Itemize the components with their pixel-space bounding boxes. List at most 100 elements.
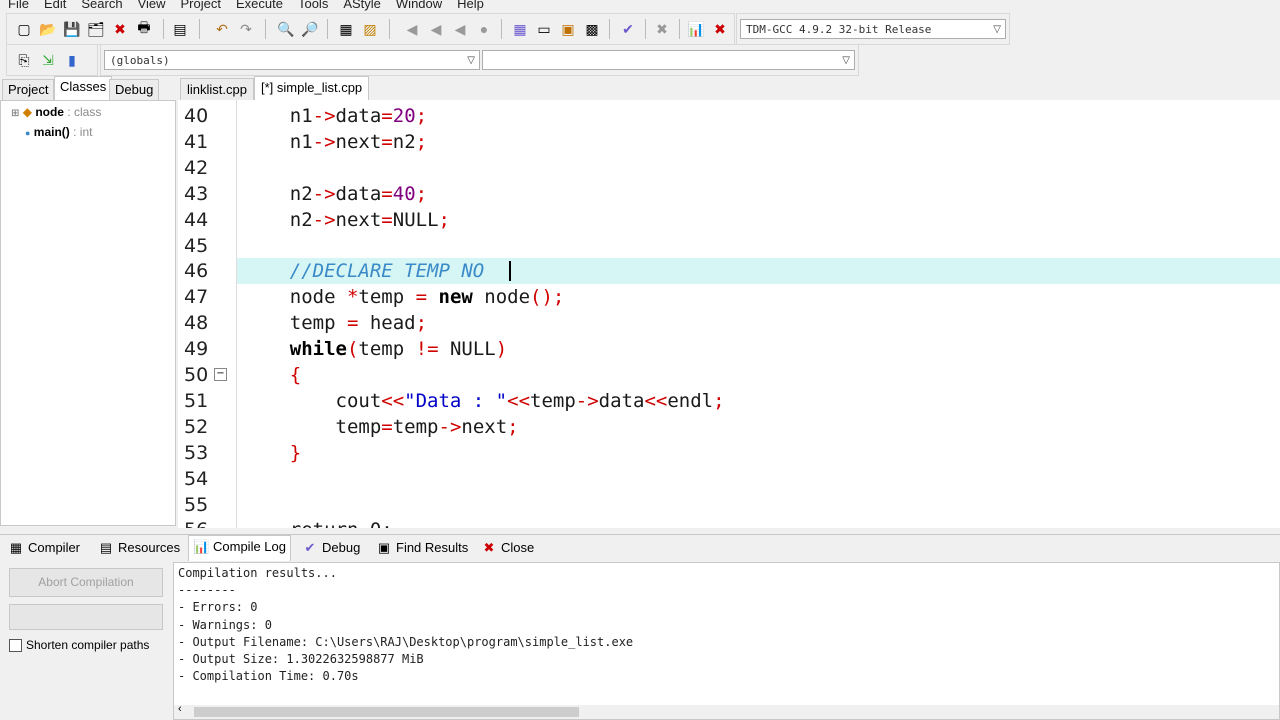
log-line: - Output Size: 1.3022632598877 MiB [178,652,424,666]
menu-item-help[interactable]: Help [457,0,484,11]
menu-item-project[interactable]: Project [181,0,221,11]
open-file-icon[interactable]: 📂 [39,20,57,38]
toggle-comment-icon[interactable]: ● [475,20,493,38]
indent-left-icon[interactable]: ◀ [403,20,421,38]
line-number: 45 [184,234,209,257]
profile-icon[interactable]: 📊 [687,20,705,38]
line-number: 46 [184,260,209,283]
close-file-icon[interactable]: ✖ [111,20,129,38]
tab-label: Resources [118,540,181,555]
save-icon[interactable]: 💾 [63,20,81,38]
indent-right-icon[interactable]: ◀ [427,20,445,38]
code-line[interactable]: 47 node *temp = new node(); [178,284,1280,310]
tab-compiler[interactable]: ▦ Compiler [4,537,84,559]
code-line[interactable]: 40 n1->data=20; [178,103,1280,129]
tab-resources[interactable]: ▤ Resources [94,537,184,559]
code-line[interactable]: 53 } [178,440,1280,466]
tree-item-node[interactable]: ⊞ ◆ node : class [11,105,101,119]
tab-linklist[interactable]: linklist.cpp [180,78,254,101]
menu-item-edit[interactable]: Edit [44,0,66,11]
grid-icon: ▦ [9,540,23,555]
new-file-icon[interactable]: ▢ [15,20,33,38]
new-project-icon[interactable]: ▤ [171,20,189,38]
replace-icon[interactable]: 🔎 [301,20,319,38]
find-icon[interactable]: 🔍 [277,20,295,38]
goto-declaration-icon[interactable]: ⇲ [39,51,57,69]
code-line[interactable]: 46 //DECLARE TEMP NO [178,258,1280,284]
tab-debug[interactable]: Debug [109,79,160,100]
code-editor[interactable]: 40 n1->data=20; 41 n1->next=n2; 42 43 n2->d… [178,100,1280,528]
code-line[interactable]: 56 return 0; [178,517,1280,528]
print-icon[interactable]: 🖶 [135,19,153,38]
log-line: - Output Filename: C:\Users\RAJ\Desktop\… [178,634,634,649]
symbol-select[interactable]: ▽ [482,50,855,70]
bookmark-icon[interactable]: ▨ [361,20,379,38]
code-line[interactable]: 49 while(temp != NULL) [178,336,1280,362]
tab-find-results[interactable]: ▣ Find Results [372,537,472,559]
delete-profile-icon[interactable]: ✖ [711,20,729,38]
tree-item-name: node [35,105,64,119]
code-line[interactable]: 41 n1->next=n2; [178,129,1280,155]
class-toolbar: ⎘ ⇲ ▮ [6,44,98,76]
separator [389,19,390,39]
tab-close[interactable]: ✖ Close [477,537,538,559]
scrollbar-thumb[interactable] [194,707,579,717]
code-line[interactable]: 43 n2->data=40; [178,181,1280,207]
run-icon[interactable]: ▭ [535,20,553,38]
function-icon: ● [25,128,31,138]
code-line[interactable]: 50− { [178,362,1280,388]
code-text: while(temp != NULL) [289,338,508,361]
line-number: 54 [184,467,209,490]
save-all-icon[interactable]: 🗂 [87,20,105,38]
tab-debug[interactable]: ✔ Debug [298,537,364,559]
separator [501,19,502,39]
goto-line-icon[interactable]: ▦ [337,20,355,38]
code-line[interactable]: 52 temp=temp->next; [178,414,1280,440]
tab-project[interactable]: Project [2,79,55,100]
line-number: 43 [184,182,209,205]
unindent-icon[interactable]: ◀ [451,20,469,38]
insert-icon[interactable]: ⎘ [15,51,33,69]
code-line[interactable]: 55 [178,492,1280,518]
line-number: 48 [184,312,209,335]
menu-item-window[interactable]: Window [396,0,442,11]
code-line[interactable]: 54 [178,466,1280,492]
menu-item-file[interactable]: File [8,0,29,11]
separator [609,19,610,39]
undo-icon[interactable]: ↶ [213,20,231,38]
fold-collapse-icon[interactable]: − [214,368,227,381]
tree-item-main[interactable]: ● main() : int [25,125,92,139]
menu-item-execute[interactable]: Execute [236,0,283,11]
rebuild-icon[interactable]: ▩ [583,20,601,38]
tab-simple-list[interactable]: [*] simple_list.cpp [254,76,370,101]
redo-icon[interactable]: ↷ [237,20,255,38]
expand-icon[interactable]: ⊞ [11,108,19,119]
stop-execution-icon[interactable]: ✖ [653,20,671,38]
compiler-select[interactable]: TDM-GCC 4.9.2 32-bit Release ▽ [740,19,1006,39]
scope-select[interactable]: (globals) ▽ [104,50,480,70]
horizontal-scrollbar[interactable]: ‹ [174,703,1279,719]
check-icon: ✔ [304,540,316,555]
tab-classes[interactable]: Classes [54,76,113,101]
goto-definition-icon[interactable]: ▮ [63,51,81,69]
code-text: temp = head; [244,312,428,335]
abort-compilation-button[interactable]: Abort Compilation [9,568,163,597]
tree-item-type: : int [73,125,93,139]
menu-item-tools[interactable]: Tools [298,0,328,11]
compile-icon[interactable]: ▦ [511,20,529,38]
line-number: 44 [184,208,209,231]
syntax-check-icon[interactable]: ✔ [619,20,637,38]
menu-item-astyle[interactable]: AStyle [343,0,381,11]
tab-compile-log[interactable]: 📊 Compile Log [188,535,291,561]
code-line[interactable]: 42 [178,155,1280,181]
code-line[interactable]: 48 temp = head; [178,310,1280,336]
menu-item-view[interactable]: View [138,0,166,11]
code-line[interactable]: 51 cout<<"Data : "<<temp->data<<endl; [178,388,1280,414]
code-line[interactable]: 44 n2->next=NULL; [178,207,1280,233]
code-line[interactable]: 45 [178,233,1280,259]
scroll-left-icon[interactable]: ‹ [178,703,182,715]
menu-item-search[interactable]: Search [81,0,122,11]
shorten-paths-checkbox[interactable] [9,639,22,652]
tab-debug-label: Debug [115,82,154,97]
compile-run-icon[interactable]: ▣ [559,20,577,38]
